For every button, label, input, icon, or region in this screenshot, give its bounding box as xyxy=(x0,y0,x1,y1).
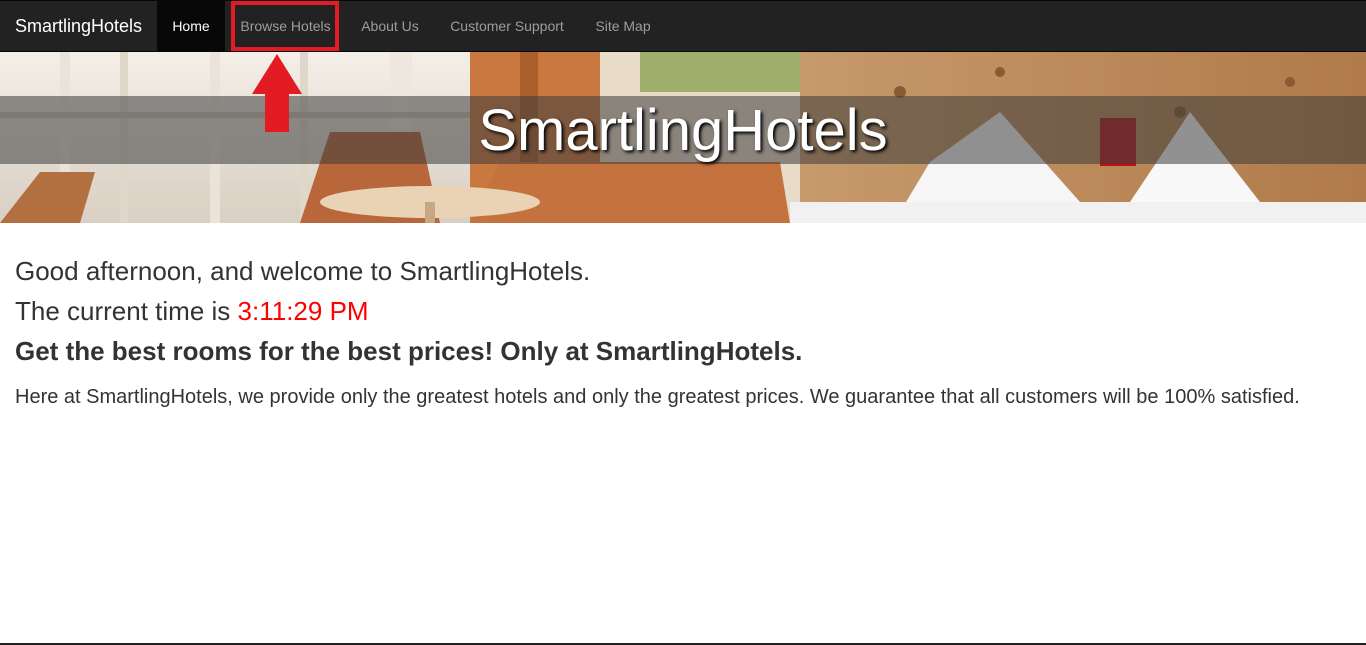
nav-site-map[interactable]: Site Map xyxy=(580,1,666,51)
tagline-heading: Get the best rooms for the best prices! … xyxy=(15,336,803,366)
nav-customer-support[interactable]: Customer Support xyxy=(434,1,580,51)
hero-banner: SmartlingHotels xyxy=(0,52,1366,223)
main-content: Good afternoon, and welcome to Smartling… xyxy=(15,252,1315,412)
current-time-value: 3:11:29 PM xyxy=(237,296,369,326)
top-navbar: SmartlingHotels Home Browse Hotels About… xyxy=(0,0,1366,52)
nav-home[interactable]: Home xyxy=(157,1,225,51)
time-prefix: The current time is xyxy=(15,296,231,326)
brand-link[interactable]: SmartlingHotels xyxy=(15,1,142,51)
up-arrow-icon xyxy=(252,54,302,132)
nav-about-us[interactable]: About Us xyxy=(346,1,434,51)
greeting-text: Good afternoon, and welcome to Smartling… xyxy=(15,256,591,286)
description-paragraph: Here at SmartlingHotels, we provide only… xyxy=(15,386,1300,408)
nav-browse-hotels[interactable]: Browse Hotels xyxy=(226,1,345,51)
hero-title: SmartlingHotels xyxy=(478,98,888,163)
current-time-line: The current time is 3:11:29 PM xyxy=(15,290,1315,332)
